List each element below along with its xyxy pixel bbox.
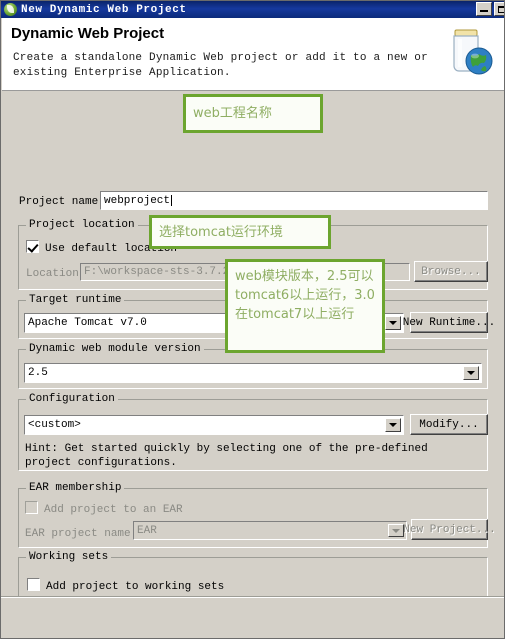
dialog-header: Dynamic Web Project Create a standalone … — [2, 18, 504, 91]
text-caret — [171, 195, 173, 206]
configuration-value: <custom> — [28, 419, 81, 431]
configuration-combo[interactable]: <custom> — [24, 415, 404, 435]
spring-leaf-icon — [4, 3, 17, 16]
ear-project-name-label: EAR project name: — [25, 528, 138, 540]
project-name-input[interactable]: webproject — [100, 191, 488, 210]
window-controls — [476, 2, 504, 16]
chevron-down-icon[interactable] — [385, 316, 401, 330]
modify-button[interactable]: Modify... — [410, 414, 488, 435]
chevron-down-icon[interactable] — [388, 524, 404, 537]
add-project-to-working-sets-checkbox[interactable] — [27, 578, 40, 591]
chevron-down-icon[interactable] — [463, 366, 479, 380]
annotation-project-name: web工程名称 — [183, 94, 323, 133]
new-runtime-button[interactable]: New Runtime... — [403, 312, 495, 333]
add-project-to-ear-label: Add project to an EAR — [44, 504, 183, 516]
window-title: New Dynamic Web Project — [21, 3, 187, 16]
minimize-button[interactable] — [476, 2, 492, 16]
web-jar-globe-icon — [453, 29, 493, 75]
project-name-label: Project name: — [19, 196, 105, 208]
module-version-combo[interactable]: 2.5 — [24, 363, 482, 383]
project-name-value: webproject — [104, 194, 171, 207]
configuration-hint: Hint: Get started quickly by selecting o… — [25, 443, 428, 469]
project-location-group-label: Project location — [26, 219, 138, 231]
window-titlebar: New Dynamic Web Project — [1, 1, 504, 18]
new-dynamic-web-project-dialog: New Dynamic Web Project Dynamic Web Proj… — [0, 0, 505, 639]
use-default-location-checkbox[interactable] — [26, 240, 39, 253]
add-project-to-working-sets-label: Add project to working sets — [46, 581, 225, 593]
new-project-button[interactable]: New Project... — [403, 519, 496, 540]
add-project-to-ear-checkbox[interactable] — [25, 501, 38, 514]
module-version-value: 2.5 — [28, 367, 48, 379]
annotation-target-runtime: 选择tomcat运行环境 — [149, 215, 331, 249]
module-version-group-label: Dynamic web module version — [26, 343, 204, 355]
location-label: Location: — [26, 268, 86, 280]
maximize-button[interactable] — [494, 2, 504, 16]
page-description: Create a standalone Dynamic Web project … — [13, 52, 428, 79]
annotation-module-version: web模块版本，2.5可以tomcat6以上运行，3.0在tomcat7以上运行 — [225, 259, 385, 353]
working-sets-group-label: Working sets — [26, 551, 112, 563]
target-runtime-group-label: Target runtime — [26, 294, 125, 306]
browse-button[interactable]: Browse... — [414, 261, 488, 282]
dialog-footer: ? < Back Next > Finish Cancel — [1, 598, 504, 638]
chevron-down-icon[interactable] — [385, 418, 401, 432]
ear-project-name-value: EAR — [137, 524, 157, 537]
ear-project-name-combo[interactable]: EAR — [133, 521, 407, 540]
page-title: Dynamic Web Project — [11, 25, 165, 42]
target-runtime-value: Apache Tomcat v7.0 — [28, 317, 147, 329]
configuration-group-label: Configuration — [26, 393, 118, 405]
ear-membership-group-label: EAR membership — [26, 482, 125, 494]
